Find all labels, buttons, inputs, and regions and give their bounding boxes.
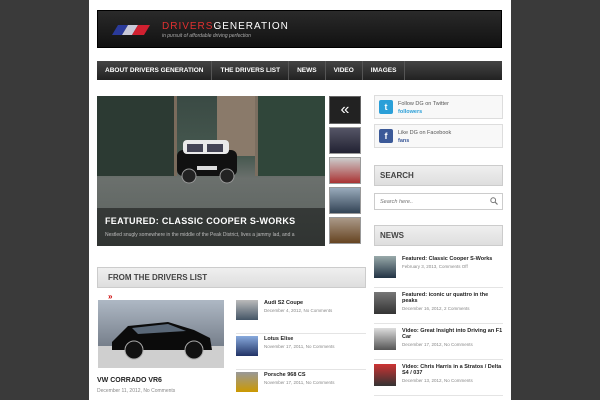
nav-about[interactable]: About Drivers Generation — [97, 61, 213, 80]
post-title[interactable]: Audi S2 Coupe — [264, 300, 332, 306]
page: DRIVERSGENERATION in pursuit of affordab… — [89, 0, 511, 400]
corrado-image[interactable] — [98, 300, 224, 368]
news-meta: December 16, 2012, 2 Comments — [402, 306, 470, 311]
nav-video[interactable]: Video — [326, 61, 363, 80]
list-item[interactable]: Featured: iconic ur quattro in the peaks… — [374, 288, 503, 324]
facebook-like[interactable]: f Like DG on Facebook fans — [374, 124, 503, 148]
search-heading: Search — [380, 171, 414, 180]
list-item[interactable]: Lotus Elise November 17, 2011, No Commen… — [236, 334, 366, 370]
news-thumbnail[interactable] — [374, 256, 396, 278]
search-header: Search — [374, 165, 503, 186]
news-title[interactable]: Featured: Classic Cooper S-Works — [402, 256, 492, 262]
drivers-list: Audi S2 Coupe December 4, 2012, No Comme… — [236, 298, 366, 400]
news-heading: News — [380, 231, 404, 240]
logo-word-2: GENERATION — [213, 21, 289, 32]
featured-post-title[interactable]: VW Corrado VR6 — [97, 377, 162, 384]
slide-caption: Nestled snugly somewhere in the middle o… — [105, 232, 295, 238]
news-title[interactable]: Video: Chris Harris in a Stratos / Delta… — [402, 364, 503, 376]
list-item[interactable]: Video: Chris Harris in a Stratos / Delta… — [374, 360, 503, 396]
site-header: DRIVERSGENERATION in pursuit of affordab… — [97, 10, 502, 48]
main-nav: About Drivers Generation The Drivers Lis… — [97, 61, 502, 80]
slide-building-left — [97, 96, 177, 176]
twitter-follow[interactable]: t Follow DG on Twitter followers — [374, 95, 503, 119]
twitter-label[interactable]: Follow DG on Twitter — [398, 101, 449, 107]
news-thumbnail[interactable] — [374, 364, 396, 386]
list-item[interactable]: Video: Great Insight into Driving an F1 … — [374, 324, 503, 360]
drivers-list-heading[interactable]: From the Drivers List — [103, 268, 365, 287]
logo-word-1: DRIVERS — [162, 21, 214, 32]
logo-flag-icon — [112, 25, 150, 35]
news-thumbnail[interactable] — [374, 292, 396, 314]
nav-news[interactable]: News — [289, 61, 326, 80]
facebook-icon: f — [379, 129, 393, 143]
news-thumbnail[interactable] — [374, 328, 396, 350]
slider-thumb[interactable] — [329, 127, 361, 154]
facebook-label[interactable]: Like DG on Facebook — [398, 130, 451, 136]
list-item[interactable]: Featured: Classic Cooper S-Works Februar… — [374, 252, 503, 288]
site-tagline: in pursuit of affordable driving perfect… — [162, 33, 251, 39]
slide-title[interactable]: Featured: Classic Cooper S-Works — [105, 216, 295, 226]
news-meta: December 17, 2012, No Comments — [402, 342, 473, 347]
mini-car-image — [177, 140, 237, 184]
slider-thumb[interactable] — [329, 217, 361, 244]
news-list: Featured: Classic Cooper S-Works Februar… — [374, 252, 503, 396]
site-logo[interactable]: DRIVERSGENERATION — [162, 21, 289, 32]
slider-thumb[interactable] — [329, 187, 361, 214]
slide-overlay — [97, 208, 325, 246]
post-thumbnail[interactable] — [236, 372, 258, 392]
post-thumbnail[interactable] — [236, 336, 258, 356]
search-input[interactable] — [375, 194, 485, 209]
search-box — [374, 193, 503, 210]
nav-images[interactable]: Images — [363, 61, 406, 80]
news-meta: December 13, 2012, No Comments — [402, 378, 473, 383]
slide-building-right — [255, 96, 325, 176]
post-meta: December 4, 2012, No Comments — [264, 308, 333, 313]
slider-thumb[interactable] — [329, 157, 361, 184]
post-title[interactable]: Porsche 968 CS — [264, 372, 334, 378]
nav-drivers-list[interactable]: The Drivers List — [212, 61, 290, 80]
post-title[interactable]: Lotus Elise — [264, 336, 334, 342]
featured-post-meta: December 11, 2012, No Comments — [97, 388, 176, 394]
list-item[interactable]: Porsche 968 CS November 17, 2011, No Com… — [236, 370, 366, 400]
post-meta: November 17, 2011, No Comments — [264, 344, 335, 349]
twitter-icon: t — [379, 100, 393, 114]
news-title[interactable]: Featured: iconic ur quattro in the peaks — [402, 292, 503, 304]
drivers-list-header: From the Drivers List » — [97, 267, 366, 301]
facebook-sub: fans — [398, 138, 410, 144]
twitter-sub: followers — [398, 109, 423, 115]
slider-thumbnails: « — [329, 96, 361, 247]
post-meta: November 17, 2011, No Comments — [264, 380, 335, 385]
news-title[interactable]: Video: Great Insight into Driving an F1 … — [402, 328, 503, 340]
post-thumbnail[interactable] — [236, 300, 258, 320]
news-meta: February 3, 2013, Comments Off — [402, 264, 468, 269]
search-icon[interactable] — [490, 197, 498, 205]
list-item[interactable]: Audi S2 Coupe December 4, 2012, No Comme… — [236, 298, 366, 334]
corrado-car-image — [98, 322, 224, 368]
slider-prev-button[interactable]: « — [329, 96, 361, 124]
news-header: News — [374, 225, 503, 246]
featured-slider[interactable]: Featured: Classic Cooper S-Works Nestled… — [97, 96, 325, 246]
